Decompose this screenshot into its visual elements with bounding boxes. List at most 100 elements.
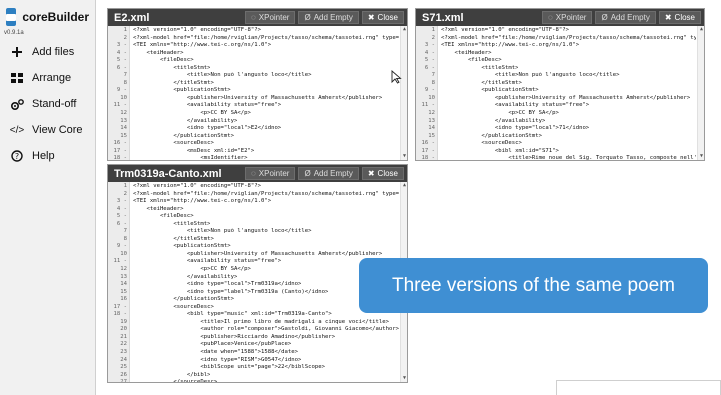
line-number: 11 - xyxy=(421,102,435,109)
panel-header: E2.xml ◌ XPointer Ø Add Empty ✖ Close xyxy=(108,9,407,26)
add-empty-button[interactable]: Ø Add Empty xyxy=(298,11,359,24)
code-text: <sourceDesc> xyxy=(133,303,214,310)
code-line: 6 - <titleStmt> xyxy=(108,221,399,229)
sidebar-item-help[interactable]: ? Help xyxy=(0,143,95,169)
vertical-scrollbar[interactable]: ▲ ▼ xyxy=(697,26,704,160)
code-line: 20 <author role="composer">Gastoldi, Gio… xyxy=(108,326,399,334)
code-line: 25 <biblScope unit="page">22</biblScope> xyxy=(108,364,399,372)
code-text: </sourceDesc> xyxy=(130,379,217,382)
code-line: 16 - <sourceDesc> xyxy=(416,140,696,148)
xpointer-icon: ◌ xyxy=(251,13,256,22)
code-line: 19 <title>Il primo libro de madrigali a … xyxy=(108,319,399,327)
code-line: 21 <publisher>Ricciardo Amadino</publish… xyxy=(108,334,399,342)
code-line: 16 </publicationStmt> xyxy=(108,296,399,304)
code-line: 26 </bibl> xyxy=(108,372,399,380)
sidebar-item-view-core[interactable]: </> View Core xyxy=(0,117,95,143)
add-empty-button[interactable]: Ø Add Empty xyxy=(298,167,359,180)
code-text: <date when="1588">1588</date> xyxy=(133,349,299,356)
code-text: <bibl type="music" xml:id="Trm0319a-Cant… xyxy=(133,311,332,318)
sidebar-item-stand-off[interactable]: Stand-off xyxy=(0,91,95,117)
code-text: <teiHeader> xyxy=(441,49,492,56)
code-line: 13 </availability> xyxy=(416,118,696,126)
code-line: 24 <idno type="RISM">G0547</idno> xyxy=(108,357,399,365)
code-line: 11 - <availability status="free"> xyxy=(108,258,399,266)
xpointer-icon: ◌ xyxy=(251,169,256,178)
code-line: 7 <title>Non può l'angusto loco</title> xyxy=(416,72,696,80)
code-editor[interactable]: 1 <?xml version="1.0" encoding="UTF-8"?> 2… xyxy=(416,26,704,160)
code-line: 6 - <titleStmt> xyxy=(416,65,696,73)
code-text: <fileDesc> xyxy=(441,57,502,64)
scroll-up-icon[interactable]: ▲ xyxy=(401,182,407,189)
code-line: 22 <pubPlace>Venice</pubPlace> xyxy=(108,341,399,349)
code-line: 17 - <msDesc xml:id="E2"> xyxy=(108,148,399,156)
line-number: 7 xyxy=(123,72,127,79)
code-line: 2 <?xml-model href="file:/home/rviglian/P… xyxy=(108,35,399,43)
line-number: 5 - xyxy=(424,57,435,64)
empty-set-icon: Ø xyxy=(601,13,608,22)
code-text: <teiHeader> xyxy=(133,205,184,212)
panel-header: S71.xml ◌ XPointer Ø Add Empty ✖ Close xyxy=(416,9,704,26)
code-line: 9 - <publicationStmt> xyxy=(108,87,399,95)
plus-icon xyxy=(10,47,24,57)
code-line: 5 - <fileDesc> xyxy=(416,57,696,65)
scroll-up-icon[interactable]: ▲ xyxy=(401,26,407,33)
line-number: 3 - xyxy=(116,198,127,205)
scroll-down-icon[interactable]: ▼ xyxy=(401,375,407,382)
line-number: 21 xyxy=(120,333,127,340)
xpointer-button[interactable]: ◌ XPointer xyxy=(245,167,296,180)
line-number: 15 xyxy=(120,288,127,295)
code-line: 23 <date when="1588">1588</date> xyxy=(108,349,399,357)
code-text: <?xml version="1.0" encoding="UTF-8"?> xyxy=(441,27,569,33)
line-number: 8 xyxy=(123,79,127,86)
line-number: 12 xyxy=(428,110,435,117)
add-empty-button[interactable]: Ø Add Empty xyxy=(595,11,656,24)
line-number: 9 - xyxy=(116,243,127,250)
scroll-down-icon[interactable]: ▼ xyxy=(401,153,407,160)
line-number: 17 - xyxy=(421,147,435,154)
code-editor[interactable]: 1 <?xml version="1.0" encoding="UTF-8"?> 2… xyxy=(108,26,407,160)
code-text: <publicationStmt> xyxy=(133,243,231,250)
sidebar-item-arrange[interactable]: Arrange xyxy=(0,65,95,91)
editor-panel-s71: S71.xml ◌ XPointer Ø Add Empty ✖ Close 1 <?x… xyxy=(415,8,705,161)
code-text: <?xml version="1.0" encoding="UTF-8"?> xyxy=(133,27,261,33)
scroll-down-icon[interactable]: ▼ xyxy=(698,153,704,160)
xpointer-button[interactable]: ◌ XPointer xyxy=(542,11,593,24)
close-button[interactable]: ✖ Close xyxy=(361,167,404,180)
close-button[interactable]: ✖ Close xyxy=(658,11,701,24)
code-line: 11 - <availability status="free"> xyxy=(416,102,696,110)
line-number: 9 - xyxy=(116,87,127,94)
code-text: </availability> xyxy=(441,117,546,124)
line-number: 10 xyxy=(120,94,127,101)
line-number: 4 - xyxy=(424,49,435,56)
scroll-up-icon[interactable]: ▲ xyxy=(698,26,704,33)
code-text: </availability> xyxy=(133,117,238,124)
line-number: 20 xyxy=(120,326,127,333)
sidebar-item-label: View Core xyxy=(32,124,83,136)
gears-icon xyxy=(10,98,24,110)
empty-set-icon: Ø xyxy=(304,169,311,178)
code-line: 6 - <titleStmt> xyxy=(108,65,399,73)
sidebar: coreBuilder v0.9.1a Add files Arrange St… xyxy=(0,0,96,395)
code-text: <?xml-model href="file:/home/rviglian/Pr… xyxy=(441,34,696,41)
corebuilder-logo-icon xyxy=(6,8,17,26)
line-number: 1 xyxy=(431,27,435,33)
code-line: 4 - <teiHeader> xyxy=(108,50,399,58)
code-text: <p>CC BY SA</p> xyxy=(133,266,251,273)
code-line: 14 <idno type="local">E2</idno> xyxy=(108,125,399,133)
code-line: 27 </sourceDesc> xyxy=(108,379,399,382)
code-text: <bibl xml:id="S71"> xyxy=(441,147,559,154)
code-line: 16 - <sourceDesc> xyxy=(108,140,399,148)
close-button[interactable]: ✖ Close xyxy=(361,11,404,24)
line-number: 5 - xyxy=(116,57,127,64)
line-number: 14 xyxy=(120,125,127,132)
code-line: 4 - <teiHeader> xyxy=(108,206,399,214)
line-number: 18 - xyxy=(113,311,127,318)
app-name: coreBuilder xyxy=(22,10,89,24)
line-number: 6 - xyxy=(116,64,127,71)
vertical-scrollbar[interactable]: ▲ ▼ xyxy=(400,26,407,160)
line-number: 2 xyxy=(431,34,435,41)
sidebar-item-add-files[interactable]: Add files xyxy=(0,39,95,65)
xpointer-button[interactable]: ◌ XPointer xyxy=(245,11,296,24)
line-number: 14 xyxy=(428,125,435,132)
close-icon: ✖ xyxy=(367,169,375,178)
